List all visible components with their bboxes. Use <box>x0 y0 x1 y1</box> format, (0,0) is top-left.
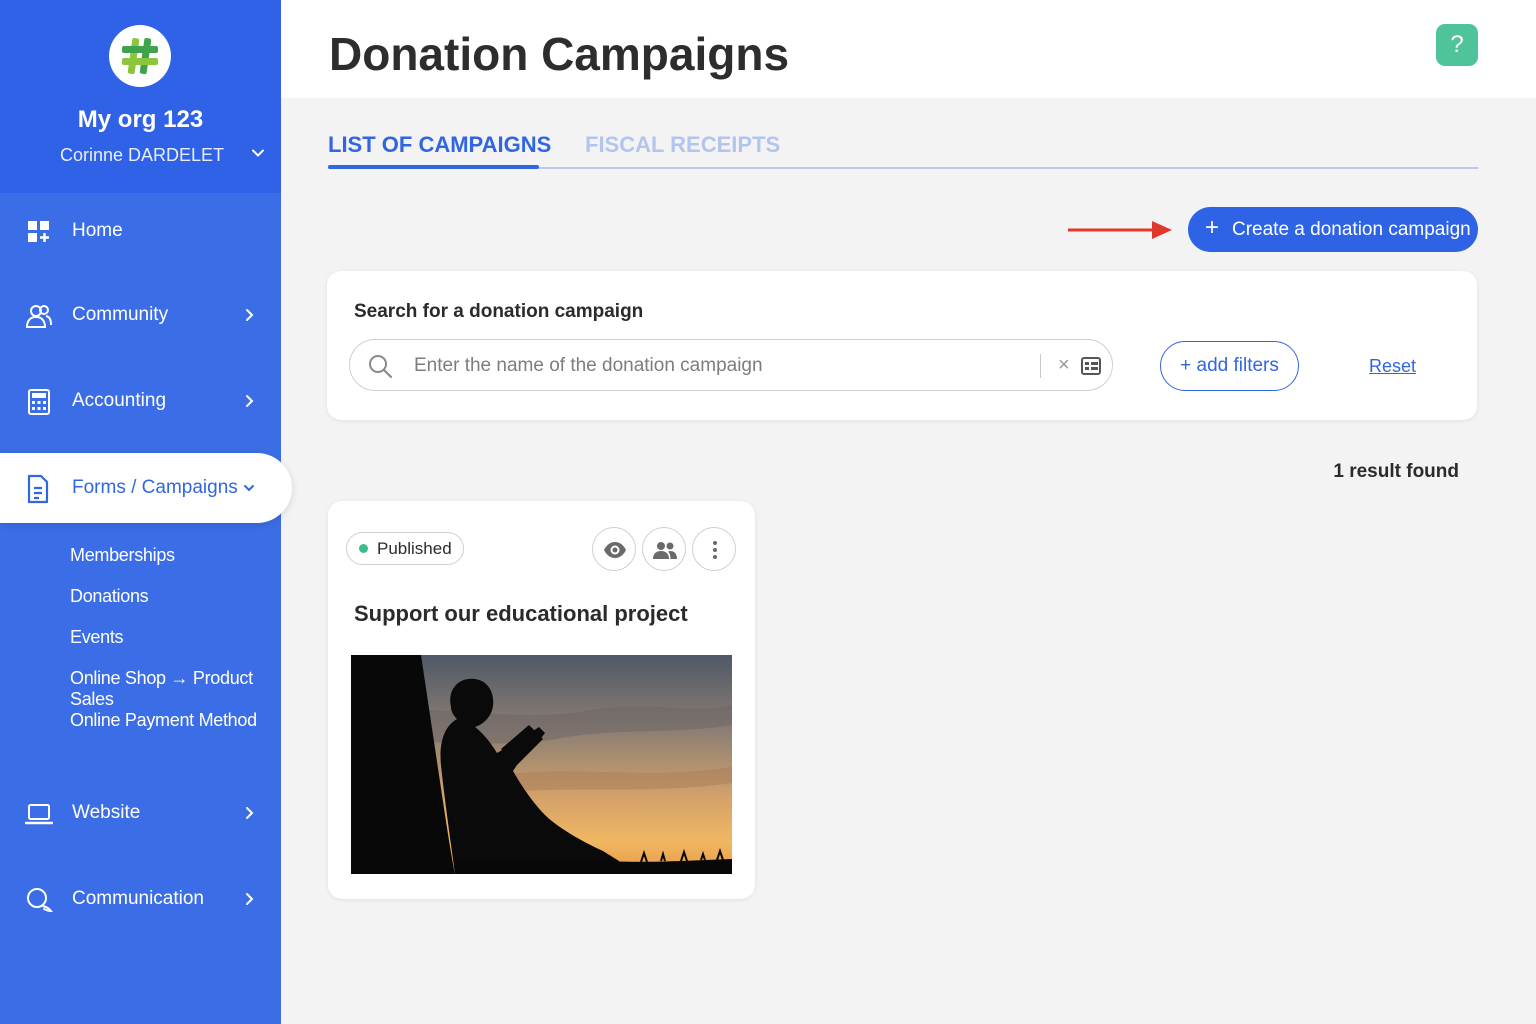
users-icon <box>653 542 677 559</box>
sidebar-subitem-online-shop[interactable]: Online Shop → Product Sales <box>70 668 281 710</box>
sidebar-item-home[interactable]: Home <box>0 201 281 261</box>
arrow-right-icon <box>1068 221 1172 239</box>
org-name: My org 123 <box>77 106 204 133</box>
sidebar-item-community[interactable]: Community <box>0 285 281 345</box>
org-header: My org 123 Corinne DARDELET <box>0 0 281 193</box>
add-filters-button[interactable]: + add filters <box>1160 341 1299 391</box>
campaign-title: Support our educational project <box>354 601 688 626</box>
sidebar-item-label: Accounting <box>72 390 167 411</box>
status-label: Published <box>377 539 452 558</box>
active-tab-indicator <box>328 165 539 169</box>
sidebar-item-communication[interactable]: Communication <box>0 869 281 929</box>
org-logo <box>109 25 171 87</box>
create-campaign-button[interactable]: + Create a donation campaign <box>1188 207 1478 252</box>
chat-icon <box>27 888 53 913</box>
reset-link[interactable]: Reset <box>1369 356 1416 377</box>
more-vertical-icon <box>713 541 717 559</box>
search-box[interactable]: × <box>349 339 1113 391</box>
chevron-down-icon[interactable] <box>250 145 266 161</box>
sidebar-item-label: Forms / Campaigns <box>72 477 238 498</box>
users-icon <box>25 305 52 328</box>
sidebar-item-label: Website <box>72 802 141 823</box>
page-title: Donation Campaigns <box>329 28 790 80</box>
page-header: Donation Campaigns ? <box>281 0 1536 98</box>
create-campaign-label: Create a donation campaign <box>1232 219 1471 240</box>
sidebar-item-forms-campaigns[interactable]: Forms / Campaigns <box>0 453 292 523</box>
sidebar-item-label: Home <box>72 220 123 241</box>
sidebar-item-label: Community <box>72 304 169 325</box>
status-badge: Published <box>346 532 464 565</box>
sidebar-item-label: Communication <box>72 888 204 909</box>
close-icon[interactable]: × <box>1058 354 1070 376</box>
preview-button[interactable] <box>592 527 636 571</box>
sidebar-item-accounting[interactable]: Accounting <box>0 371 281 431</box>
user-name[interactable]: Corinne DARDELET <box>60 145 224 166</box>
search-icon <box>369 355 393 379</box>
contributors-button[interactable] <box>642 527 686 571</box>
chevron-right-icon <box>246 309 254 321</box>
sidebar-subitem-memberships[interactable]: Memberships <box>70 545 175 566</box>
sidebar-item-website[interactable]: Website <box>0 783 281 843</box>
help-button[interactable]: ? <box>1436 24 1478 66</box>
chevron-right-icon <box>246 893 254 905</box>
campaign-card[interactable]: Published Support our educational projec… <box>328 501 755 899</box>
laptop-icon <box>25 804 53 825</box>
chevron-right-icon <box>246 807 254 819</box>
sidebar-subitem-donations[interactable]: Donations <box>70 586 149 607</box>
more-options-button[interactable] <box>692 527 736 571</box>
tab-list-of-campaigns[interactable]: LIST OF CAMPAIGNS <box>328 132 551 158</box>
result-count: 1 result found <box>1333 461 1459 482</box>
sidebar-subitem-events[interactable]: Events <box>70 627 124 648</box>
status-dot <box>359 544 368 553</box>
dashboard-icon <box>28 221 49 242</box>
eye-icon <box>604 542 626 558</box>
calculator-icon <box>28 389 50 415</box>
document-icon <box>27 474 49 504</box>
chevron-down-icon <box>244 485 254 492</box>
chevron-right-icon <box>246 395 254 407</box>
campaign-image <box>351 655 732 874</box>
search-heading: Search for a donation campaign <box>354 301 644 322</box>
plus-icon: + <box>1205 214 1220 241</box>
list-view-icon[interactable] <box>1080 355 1102 377</box>
search-input[interactable] <box>414 352 1014 380</box>
search-panel: Search for a donation campaign × + add f… <box>327 271 1477 420</box>
tab-fiscal-receipts[interactable]: FISCAL RECEIPTS <box>585 132 780 158</box>
divider <box>1040 354 1041 378</box>
sidebar: My org 123 Corinne DARDELET Home Communi… <box>0 0 292 1024</box>
sidebar-subitem-online-payment[interactable]: Online Payment Method <box>70 710 257 731</box>
